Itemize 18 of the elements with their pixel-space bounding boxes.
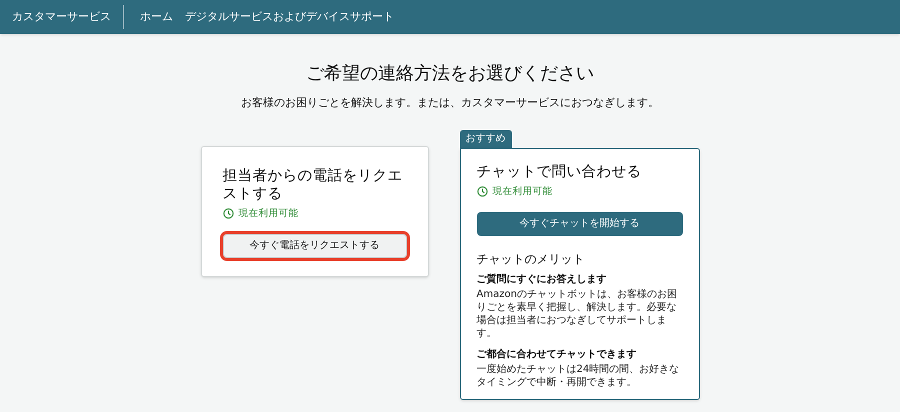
benefit-heading: ご都合に合わせてチャットできます (476, 348, 638, 362)
benefits-title: チャットのメリット (476, 250, 586, 268)
benefit-heading: ご質問にすぐにお答えします (476, 272, 608, 287)
card-title: 担当者からの電話をリクエストする (222, 166, 404, 202)
start-chat-button[interactable]: 今すぐチャットを開始する (476, 212, 682, 236)
availability-status: 現在利用可能 (238, 206, 298, 220)
benefit-text: Amazonのチャットボットは、お客様のお困りごとを素早く把握し、解決します。必要な場合は担当者におつなぎしてサポートします。 (476, 288, 678, 340)
page-subheading: お客様のお困りごとを解決します。または、カスタマーサービスにおつなぎします。 (241, 95, 659, 111)
brand-link[interactable]: カスタマーサービス (12, 5, 124, 29)
card-title: チャットで問い合わせる (476, 162, 642, 180)
page-heading: ご希望の連絡方法をお選びください (306, 62, 594, 86)
nav-link[interactable]: ホーム (140, 8, 173, 26)
availability-status: 現在利用可能 (492, 184, 552, 198)
benefit-text: 一度始めたチャットは24時間の間、お好きなタイミングで中断・再開できます。 (476, 362, 680, 389)
clock-icon (222, 208, 234, 220)
clock-icon (476, 186, 488, 198)
nav-link[interactable]: デジタルサービスおよびデバイスサポート (185, 8, 394, 26)
recommended-badge: おすすめ (460, 130, 512, 148)
